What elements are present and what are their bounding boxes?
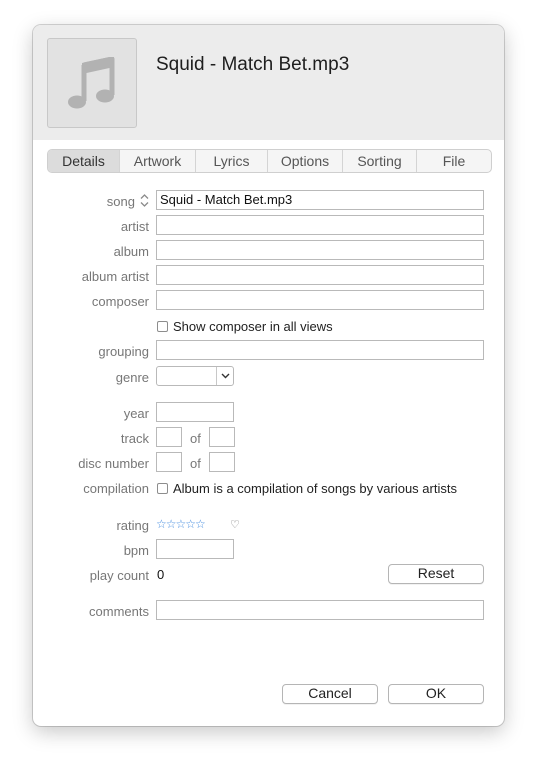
genre-select[interactable] [156, 366, 234, 386]
cancel-button[interactable]: Cancel [282, 684, 378, 704]
track-of-label: of [190, 431, 201, 446]
dialog-header: Squid - Match Bet.mp3 [33, 25, 504, 140]
genre-label: genre [115, 370, 149, 385]
show-composer-checkbox[interactable] [157, 321, 168, 332]
ok-button[interactable]: OK [388, 684, 484, 704]
year-field[interactable] [156, 402, 234, 422]
year-label: year [123, 406, 149, 421]
genre-dropdown-button[interactable] [216, 367, 233, 385]
composer-label: composer [91, 294, 149, 309]
album-artist-label: album artist [81, 269, 149, 284]
disc-number-label: disc number [78, 456, 149, 471]
disc-number-field[interactable] [156, 452, 182, 472]
heart-icon[interactable]: ♡ [230, 518, 240, 531]
song-field[interactable]: Squid - Match Bet.mp3 [156, 190, 484, 210]
up-down-chevron-icon[interactable] [140, 193, 149, 208]
album-label: album [113, 244, 149, 259]
disc-total-field[interactable] [209, 452, 235, 472]
play-count-label: play count [89, 568, 149, 583]
play-count-value: 0 [157, 567, 165, 582]
tab-lyrics[interactable]: Lyrics [196, 150, 268, 172]
track-number-field[interactable] [156, 427, 182, 447]
track-total-field[interactable] [209, 427, 235, 447]
compilation-label: compilation [83, 481, 149, 496]
tab-sorting[interactable]: Sorting [343, 150, 417, 172]
artist-field[interactable] [156, 215, 484, 235]
track-label: track [120, 431, 149, 446]
song-title: Squid - Match Bet.mp3 [156, 54, 350, 75]
chevron-down-icon [221, 373, 229, 379]
album-artist-field[interactable] [156, 265, 484, 285]
music-note-icon [68, 57, 115, 109]
tab-artwork[interactable]: Artwork [120, 150, 196, 172]
comments-field[interactable] [156, 600, 484, 620]
tab-file[interactable]: File [417, 150, 491, 172]
show-composer-label: Show composer in all views [173, 319, 333, 334]
artist-label: artist [120, 219, 149, 234]
tab-bar: Details Artwork Lyrics Options Sorting F… [47, 149, 492, 173]
comments-label: comments [89, 604, 149, 619]
song-label: song [106, 194, 135, 209]
disc-of-label: of [190, 456, 201, 471]
reset-button[interactable]: Reset [388, 564, 484, 584]
grouping-field[interactable] [156, 340, 484, 360]
compilation-checkbox[interactable] [157, 483, 168, 494]
album-field[interactable] [156, 240, 484, 260]
grouping-label: grouping [98, 344, 149, 359]
bpm-label: bpm [123, 543, 149, 558]
song-info-dialog: Squid - Match Bet.mp3 Details Artwork Ly… [33, 25, 504, 726]
tab-options[interactable]: Options [268, 150, 343, 172]
bpm-field[interactable] [156, 539, 234, 559]
tab-details[interactable]: Details [48, 150, 120, 172]
rating-stars[interactable]: ☆☆☆☆☆ [156, 517, 206, 531]
composer-field[interactable] [156, 290, 484, 310]
compilation-description: Album is a compilation of songs by vario… [173, 481, 457, 496]
rating-label: rating [116, 518, 149, 533]
artwork-thumbnail[interactable] [47, 38, 137, 128]
